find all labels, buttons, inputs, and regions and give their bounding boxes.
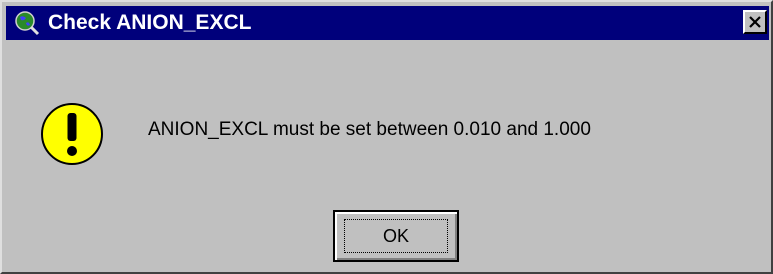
close-icon (749, 16, 761, 28)
dialog-message: ANION_EXCL must be set between 0.010 and… (148, 119, 591, 140)
ok-button-label: OK (382, 226, 409, 246)
globe-magnifier-icon (14, 10, 40, 36)
window-title: Check ANION_EXCL (48, 11, 252, 34)
message-dialog: Check ANION_EXCL ANION_EXCL must be set … (0, 0, 773, 274)
exclamation-warning-icon (40, 102, 104, 166)
close-button[interactable] (743, 10, 767, 34)
title-bar[interactable]: Check ANION_EXCL (6, 6, 769, 40)
ok-button[interactable]: OK (333, 210, 459, 262)
